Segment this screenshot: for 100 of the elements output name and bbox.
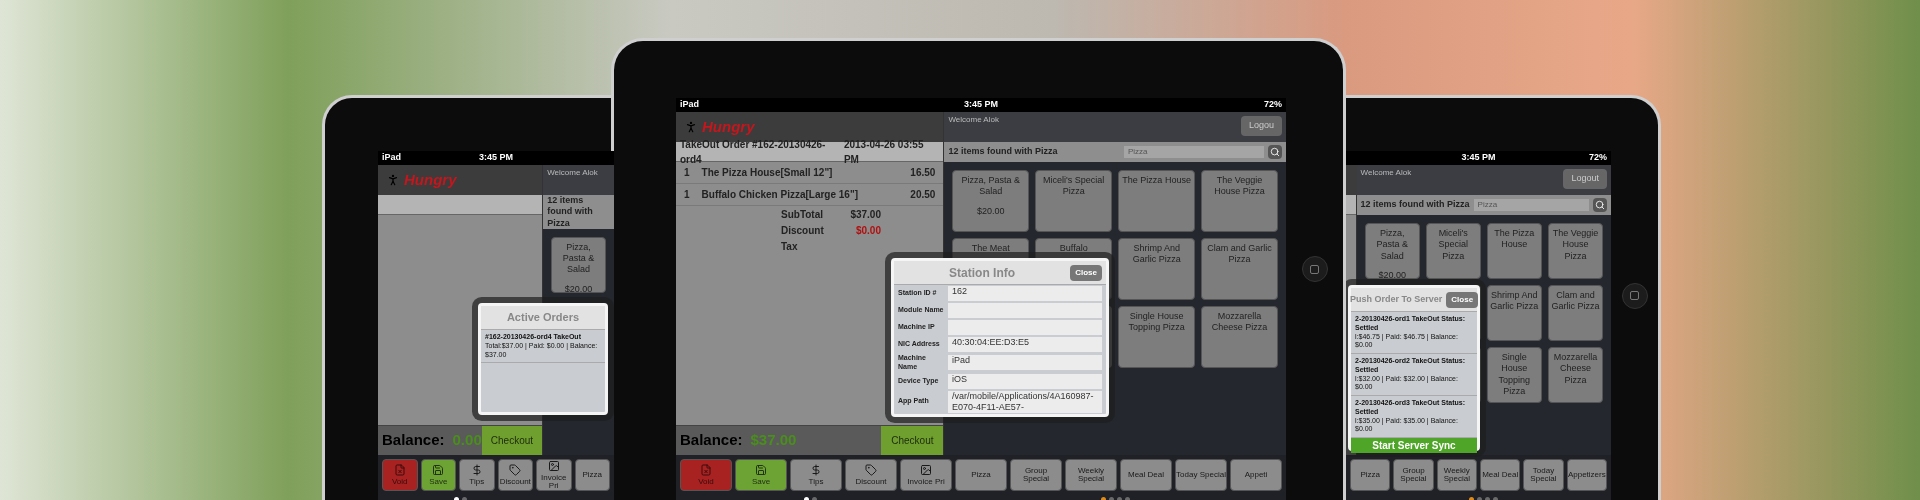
save-button[interactable]: Save <box>735 459 787 491</box>
category-button[interactable]: Today Special <box>1523 459 1564 491</box>
button-icon <box>547 460 560 472</box>
total-label: SubTotal <box>781 207 825 222</box>
menu-item-tile[interactable]: Mozzarella Cheese Pizza <box>1547 347 1603 403</box>
invoice-button[interactable]: Invoice Pri <box>536 459 572 491</box>
button-icon <box>755 464 767 476</box>
button-icon <box>470 464 483 476</box>
menu-item-tile[interactable]: Pizza, Pasta & Salad $20.00 <box>551 236 606 293</box>
category-button[interactable]: Group Special <box>1393 459 1434 491</box>
category-button[interactable]: Appetizers <box>1566 459 1607 491</box>
menu-item-tile[interactable]: Clam and Garlic Pizza <box>1201 238 1278 300</box>
menu-item-tile[interactable]: The Veggie House Pizza <box>1201 170 1278 232</box>
search-result-label: 12 items found with Pizza <box>547 195 594 229</box>
category-button[interactable]: Group Special <box>1010 459 1062 491</box>
status-time: 3:45 PM <box>1461 151 1496 165</box>
home-button[interactable] <box>1301 256 1328 282</box>
sync-button[interactable]: Start Server Sync <box>1351 438 1477 453</box>
search-field[interactable]: Pizza <box>1473 199 1589 211</box>
button-icon <box>509 464 522 476</box>
button-icon <box>393 464 406 476</box>
carrier-label: iPad <box>680 99 699 110</box>
close-button[interactable]: Close <box>1446 291 1479 308</box>
brand-logo: Hungry <box>404 169 457 190</box>
welcome-label: Welcome Alok <box>547 167 598 179</box>
welcome-label: Welcome Alok <box>948 114 999 126</box>
field-value[interactable]: 40:30:04:EE:D3:E5 <box>948 337 1102 352</box>
category-button[interactable]: Appeti <box>1230 459 1282 491</box>
save-button[interactable]: Save <box>420 459 456 491</box>
menu-item-tile[interactable]: Miceli's Special Pizza <box>1035 170 1113 232</box>
menu-item-tile[interactable]: Mozzarella Cheese Pizza <box>1201 306 1278 368</box>
field-value[interactable]: iPad <box>948 355 1102 371</box>
menu-item-tile[interactable]: Shrimp And Garlic Pizza <box>1486 285 1542 341</box>
button-icon <box>432 464 445 476</box>
balance-label: Balance: <box>680 430 743 451</box>
search-field[interactable]: Pizza <box>1124 146 1264 158</box>
category-button[interactable]: Pizza <box>574 459 610 491</box>
button-icon <box>700 464 712 476</box>
category-button[interactable]: Weekly Special <box>1436 459 1477 491</box>
total-label: Discount <box>781 223 825 238</box>
brand-logo: Hungry <box>702 116 755 137</box>
tips-button[interactable]: Tips <box>459 459 495 491</box>
invoice-button[interactable]: Invoice Pri <box>900 459 952 491</box>
field-value[interactable] <box>948 303 1102 318</box>
search-button[interactable] <box>1268 145 1282 159</box>
menu-item-tile[interactable]: Miceli's Special Pizza <box>1425 223 1481 279</box>
menu-item-tile[interactable]: The Pizza House <box>1486 223 1542 279</box>
battery-label: 72% <box>1264 98 1282 112</box>
total-value: $0.00 <box>854 223 881 238</box>
carrier-label: iPad <box>382 152 401 163</box>
button-icon <box>810 464 822 476</box>
logout-button[interactable]: Logou <box>1240 116 1282 136</box>
menu-item-tile[interactable]: Shrimp And Garlic Pizza <box>1118 238 1196 300</box>
balance-amount: $37.00 <box>750 430 797 451</box>
total-value: $37.00 <box>849 207 881 222</box>
field-value[interactable] <box>948 320 1102 335</box>
balance-label: Balance: <box>382 430 445 451</box>
menu-item-tile[interactable]: Pizza, Pasta & Salad $20.00 <box>952 170 1030 232</box>
dialog-title: Push Order To Server <box>1349 292 1443 306</box>
order-header-bar <box>1346 195 1356 215</box>
menu-item-tile[interactable]: Clam and Garlic Pizza <box>1547 285 1603 341</box>
dialog-title: Active Orders <box>505 310 581 326</box>
search-button[interactable] <box>1593 198 1607 212</box>
discount-button[interactable]: Discount <box>497 459 533 491</box>
status-time: 3:45 PM <box>479 151 513 165</box>
checkout-button[interactable]: Checkout <box>881 426 944 455</box>
discount-button[interactable]: Discount <box>845 459 897 491</box>
menu-item-tile[interactable]: The Pizza House <box>1118 170 1196 232</box>
field-value[interactable]: 162 <box>948 286 1102 301</box>
category-button[interactable]: Meal Deal <box>1120 459 1172 491</box>
balance-amount: 0.00 <box>452 430 482 451</box>
search-result-label: 12 items found with Pizza <box>948 146 1058 158</box>
battery-label: 72% <box>1589 151 1607 165</box>
person-icon <box>684 120 698 134</box>
search-result-label: 12 items found with Pizza <box>1360 199 1470 211</box>
category-button[interactable]: Weekly Special <box>1065 459 1117 491</box>
category-button[interactable]: Pizza <box>1350 459 1391 491</box>
order-row[interactable]: 1 The Pizza House[Small 12"] 16.50 <box>676 162 944 184</box>
category-button[interactable]: Today Special <box>1175 459 1227 491</box>
tips-button[interactable]: Tips <box>790 459 842 491</box>
field-value[interactable]: /var/mobile/Applications/4A160987-E070-4F11-AE57- <box>948 390 1102 413</box>
dialog-title: Station Info <box>948 264 1017 282</box>
person-icon <box>386 173 400 187</box>
category-button[interactable]: Pizza <box>955 459 1007 491</box>
menu-item-tile[interactable]: The Veggie House Pizza <box>1547 223 1603 279</box>
checkout-button[interactable]: Checkout <box>481 426 543 455</box>
logout-button[interactable]: Logout <box>1563 169 1607 189</box>
field-value[interactable]: iOS <box>948 373 1102 389</box>
home-button[interactable] <box>1621 282 1648 309</box>
welcome-label: Welcome Alok <box>1360 167 1412 179</box>
button-icon <box>920 464 932 476</box>
close-button[interactable]: Close <box>1070 264 1102 281</box>
menu-item-tile[interactable]: Single House Topping Pizza <box>1118 306 1196 368</box>
status-time: 3:45 PM <box>964 98 998 112</box>
menu-item-tile[interactable]: Pizza, Pasta & Salad $20.00 <box>1364 223 1420 279</box>
order-row[interactable]: 1 Buffalo Chicken Pizza[Large 16"] 20.50 <box>676 184 944 206</box>
menu-item-tile[interactable]: Single House Topping Pizza <box>1486 347 1542 403</box>
total-label: Tax <box>781 239 799 254</box>
button-icon <box>865 464 877 476</box>
category-button[interactable]: Meal Deal <box>1480 459 1521 491</box>
